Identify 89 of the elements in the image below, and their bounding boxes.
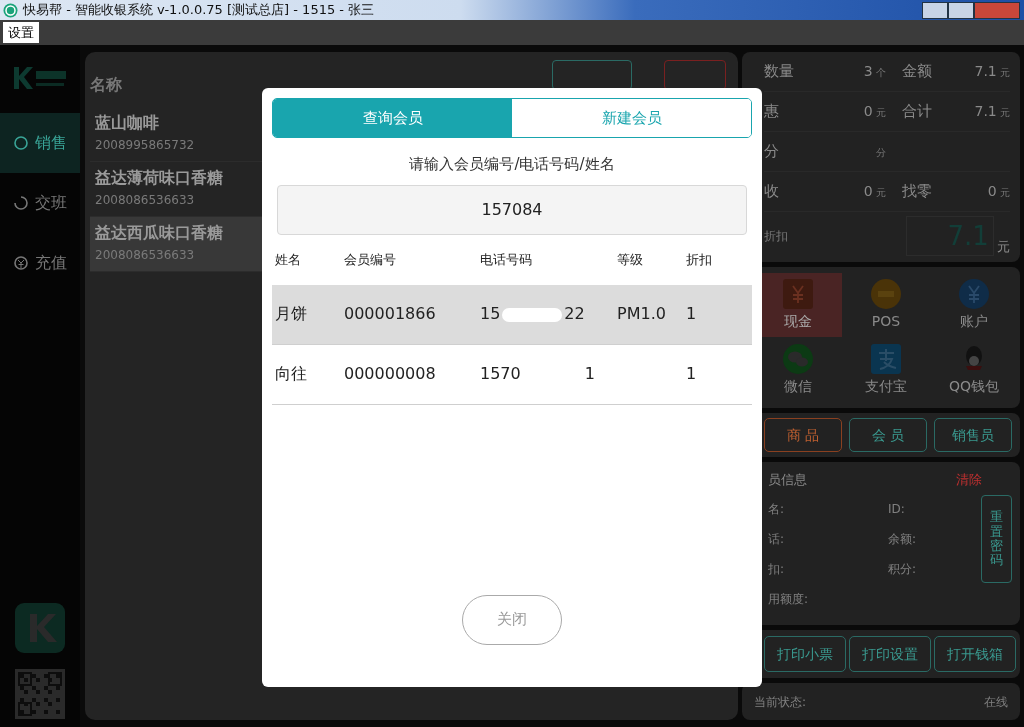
summary-label: 惠 bbox=[764, 101, 779, 123]
sidebar-item[interactable]: 销售 bbox=[0, 113, 80, 173]
field-label: 扣: bbox=[768, 560, 786, 578]
unit-label: 元 bbox=[997, 237, 1010, 256]
yuan-coin-icon bbox=[957, 277, 991, 312]
field-label: ID: bbox=[888, 500, 906, 518]
payment-option[interactable]: POS bbox=[842, 272, 930, 337]
field-label: 名: bbox=[768, 500, 786, 518]
payment-option[interactable]: QQ钱包 bbox=[930, 337, 1018, 402]
panel-tab[interactable]: 销售员 bbox=[933, 418, 1012, 453]
section-title: 员信息 bbox=[768, 471, 807, 490]
print-button[interactable]: 打开钱箱 bbox=[934, 636, 1016, 673]
phone-number: 1570 1 bbox=[480, 364, 595, 383]
unit-label: 元 bbox=[876, 187, 886, 198]
summary-label: 分 bbox=[764, 141, 779, 163]
product-name: 益达西瓜味口香糖 bbox=[95, 222, 223, 244]
search-prompt: 请输入会员编号/电话号码/姓名 bbox=[408, 154, 616, 175]
product-code: 2008086536633 bbox=[95, 247, 195, 264]
unit-label: 元 bbox=[876, 107, 886, 118]
brand-logo-icon bbox=[15, 603, 65, 653]
panel-tab[interactable]: 商 品 bbox=[764, 418, 843, 453]
clear-link[interactable]: 清除 bbox=[956, 470, 982, 490]
summary-label: 数量 bbox=[764, 61, 794, 83]
print-button[interactable]: 打印设置 bbox=[849, 636, 931, 673]
reset-password-button[interactable]: 重置密码 bbox=[981, 494, 1012, 583]
member-name: 向往 bbox=[274, 363, 308, 385]
member-number: 000001866 bbox=[343, 303, 437, 325]
column-header: 等级 bbox=[616, 250, 644, 269]
close-button[interactable]: 关闭 bbox=[462, 594, 562, 645]
unit-label: 分 bbox=[876, 146, 886, 158]
member-number: 000000008 bbox=[343, 363, 437, 385]
product-code: 2008995865732 bbox=[95, 137, 195, 154]
member-name: 月饼 bbox=[274, 303, 308, 325]
member-discount: 1 bbox=[685, 363, 698, 385]
unit-label: 元 bbox=[1000, 67, 1010, 78]
product-code: 2008086536633 bbox=[95, 192, 195, 209]
panel-tab[interactable]: 会 员 bbox=[848, 418, 928, 453]
member-grade: PM1.0 bbox=[617, 304, 666, 323]
column-header: 折扣 bbox=[685, 250, 713, 269]
summary-label: 收 bbox=[764, 181, 779, 203]
print-button[interactable]: 打印小票 bbox=[764, 636, 846, 673]
chat-bubbles-icon bbox=[781, 342, 815, 377]
nav-icon bbox=[13, 135, 29, 151]
minimize-button[interactable] bbox=[922, 1, 948, 19]
dialog-tab[interactable]: 查询会员 bbox=[273, 99, 512, 137]
phone-number: 15 22 bbox=[480, 304, 585, 323]
window-title: 快易帮 - 智能收银系统 v-1.0.0.75 [测试总店] - 1515 - 张三 bbox=[23, 1, 375, 20]
summary-value: 0 bbox=[863, 183, 873, 199]
column-header: 姓名 bbox=[274, 250, 302, 269]
product-name: 蓝山咖啡 bbox=[95, 112, 159, 134]
summary-label: 合计 bbox=[902, 101, 932, 123]
status-label: 当前状态: bbox=[754, 693, 807, 711]
nav-icon bbox=[13, 255, 29, 271]
summary-value: 7.1 bbox=[974, 103, 997, 119]
alipay-icon bbox=[869, 342, 903, 377]
product-name: 益达薄荷味口香糖 bbox=[95, 167, 223, 189]
menu-item[interactable]: 设置 bbox=[3, 21, 39, 44]
column-header: 名称 bbox=[90, 73, 123, 96]
unit-label: 元 bbox=[1000, 187, 1010, 198]
summary-value: 0 bbox=[987, 183, 997, 199]
maximize-button[interactable] bbox=[948, 1, 974, 19]
summary-value: 0 bbox=[863, 103, 873, 119]
unit-label: 个 bbox=[876, 67, 886, 78]
field-label: 话: bbox=[768, 530, 786, 548]
field-label: 余额: bbox=[888, 530, 918, 548]
sidebar-item[interactable]: 充值 bbox=[0, 233, 80, 293]
status-value: 在线 bbox=[984, 693, 1008, 711]
nav-icon bbox=[13, 195, 29, 211]
pos-icon bbox=[869, 277, 903, 312]
payment-option[interactable]: 支付宝 bbox=[842, 337, 930, 402]
yuan-icon bbox=[781, 277, 815, 312]
column-header: 会员编号 bbox=[343, 250, 397, 269]
app-logo-icon bbox=[3, 2, 18, 18]
summary-value: 3 bbox=[863, 63, 873, 79]
summary-label: 找零 bbox=[902, 181, 932, 203]
payment-option[interactable]: 账户 bbox=[930, 272, 1018, 337]
search-field[interactable]: 157084 bbox=[277, 184, 747, 235]
field-label: 用额度: bbox=[768, 590, 810, 608]
column-header: 电话号码 bbox=[479, 250, 533, 269]
unit-label: 元 bbox=[1000, 107, 1010, 118]
summary-value: 7.1 bbox=[974, 63, 997, 79]
member-discount: 1 bbox=[685, 303, 698, 325]
qr-code-icon bbox=[15, 669, 65, 719]
discount-note: 折扣 bbox=[764, 228, 788, 245]
member-row[interactable]: 向往 000000008 1570 1 1 bbox=[272, 344, 752, 405]
field-label: 积分: bbox=[888, 560, 918, 578]
sidebar-item[interactable]: 交班 bbox=[0, 173, 80, 233]
member-row[interactable]: 月饼 000001866 15 22 PM1.0 1 bbox=[272, 284, 752, 345]
summary-label: 金额 bbox=[902, 61, 932, 83]
